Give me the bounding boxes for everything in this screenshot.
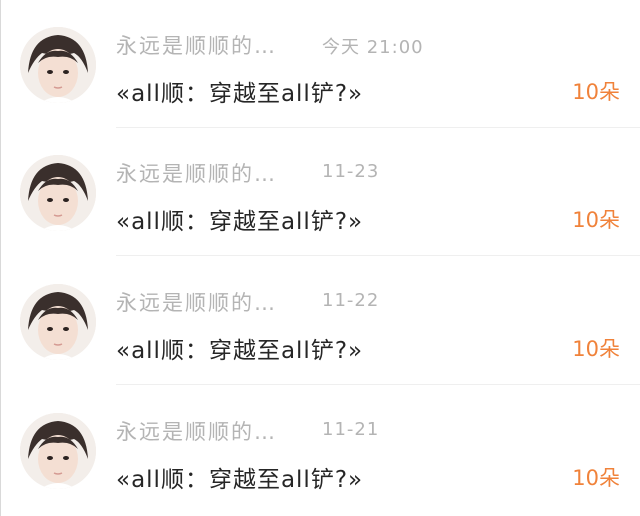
avatar-icon: [20, 155, 96, 231]
flower-count: 10朵: [572, 337, 620, 361]
sender-name: 永远是顺顺的…: [116, 34, 277, 58]
message-time: 11-22: [322, 290, 380, 311]
avatar[interactable]: [20, 413, 96, 489]
message-preview[interactable]: «all顺：穿越至all铲?»: [116, 331, 363, 365]
message-preview[interactable]: «all顺：穿越至all铲?»: [116, 460, 363, 494]
message-preview[interactable]: «all顺：穿越至all铲?»: [116, 74, 363, 108]
conversation-list: 永远是顺顺的… 今天 21:00 «all顺：穿越至all铲?» 10朵 永远是…: [0, 0, 640, 516]
conversation-row[interactable]: 永远是顺顺的… 11-23 «all顺：穿越至all铲?» 10朵: [0, 128, 640, 256]
flower-count: 10朵: [572, 466, 620, 490]
flower-count: 10朵: [572, 80, 620, 104]
conversation-row[interactable]: 永远是顺顺的… 11-21 «all顺：穿越至all铲?» 10朵: [0, 386, 640, 514]
avatar[interactable]: [20, 27, 96, 103]
flower-count: 10朵: [572, 208, 620, 232]
conversation-row[interactable]: 永远是顺顺的… 今天 21:00 «all顺：穿越至all铲?» 10朵: [0, 0, 640, 128]
avatar-icon: [20, 27, 96, 103]
message-time: 11-23: [322, 161, 380, 182]
row-divider: [116, 384, 640, 385]
avatar[interactable]: [20, 284, 96, 360]
sender-name: 永远是顺顺的…: [116, 162, 277, 186]
avatar[interactable]: [20, 155, 96, 231]
avatar-icon: [20, 284, 96, 360]
message-time: 11-21: [322, 419, 380, 440]
avatar-icon: [20, 413, 96, 489]
sender-name: 永远是顺顺的…: [116, 420, 277, 444]
conversation-row[interactable]: 永远是顺顺的… 11-22 «all顺：穿越至all铲?» 10朵: [0, 257, 640, 385]
sender-name: 永远是顺顺的…: [116, 291, 277, 315]
message-preview[interactable]: «all顺：穿越至all铲?»: [116, 202, 363, 236]
message-time: 今天 21:00: [322, 37, 424, 58]
row-divider: [116, 255, 640, 256]
